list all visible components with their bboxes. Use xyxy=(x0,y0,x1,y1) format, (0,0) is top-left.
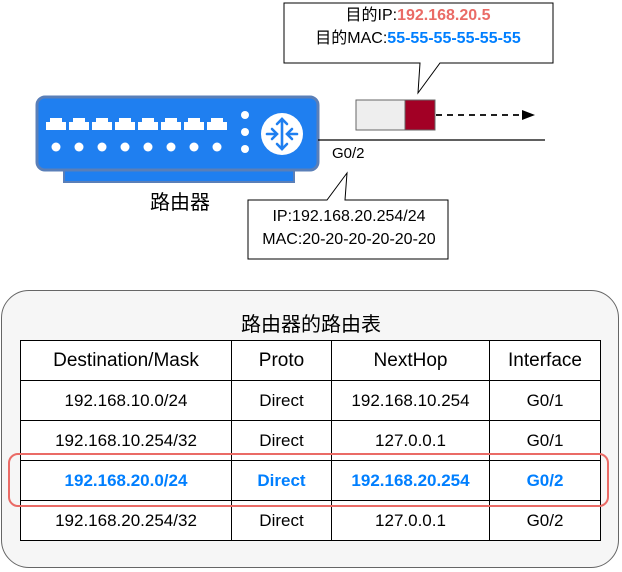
destination-mac-label: 目的MAC: xyxy=(315,30,388,47)
arrow-head-icon xyxy=(522,110,535,120)
destination-ip-value: 192.168.20.5 xyxy=(397,7,491,24)
highlight-box xyxy=(8,453,609,507)
cell-nexthop: 192.168.10.254 xyxy=(331,380,490,421)
cell-destination: 192.168.10.0/24 xyxy=(20,380,232,421)
route-table: Destination/Mask Proto NextHop Interface… xyxy=(20,340,601,541)
packet-icon xyxy=(355,99,436,131)
table-header-row: Destination/Mask Proto NextHop Interface xyxy=(20,340,601,381)
router-icon xyxy=(35,95,320,183)
table-row: 192.168.10.0/24 Direct 192.168.10.254 G0… xyxy=(20,380,601,421)
destination-ip-label: 目的IP: xyxy=(345,7,398,24)
destination-callout: 目的IP:192.168.20.5 目的MAC:55-55-55-55-55-5… xyxy=(283,4,553,50)
destination-ip-line: 目的IP:192.168.20.5 xyxy=(283,4,553,27)
column-header: Proto xyxy=(231,340,332,381)
port-ip-line: IP:192.168.20.254/24 xyxy=(272,208,426,225)
column-header: Destination/Mask xyxy=(20,340,232,381)
cell-interface: G0/1 xyxy=(489,380,601,421)
column-header: Interface xyxy=(489,340,601,381)
column-header: NextHop xyxy=(331,340,490,381)
destination-mac-value: 55-55-55-55-55-55 xyxy=(387,30,521,47)
route-table-title: 路由器的路由表 xyxy=(241,314,381,336)
router-label: 路由器 xyxy=(150,192,210,214)
port-mac-line: MAC:20-20-20-20-20-20 xyxy=(262,231,436,248)
destination-mac-line: 目的MAC:55-55-55-55-55-55 xyxy=(283,27,553,50)
cell-proto: Direct xyxy=(231,380,332,421)
port-callout: IP:192.168.20.254/24 MAC:20-20-20-20-20-… xyxy=(247,205,451,251)
port-label: G0/2 xyxy=(332,145,365,162)
